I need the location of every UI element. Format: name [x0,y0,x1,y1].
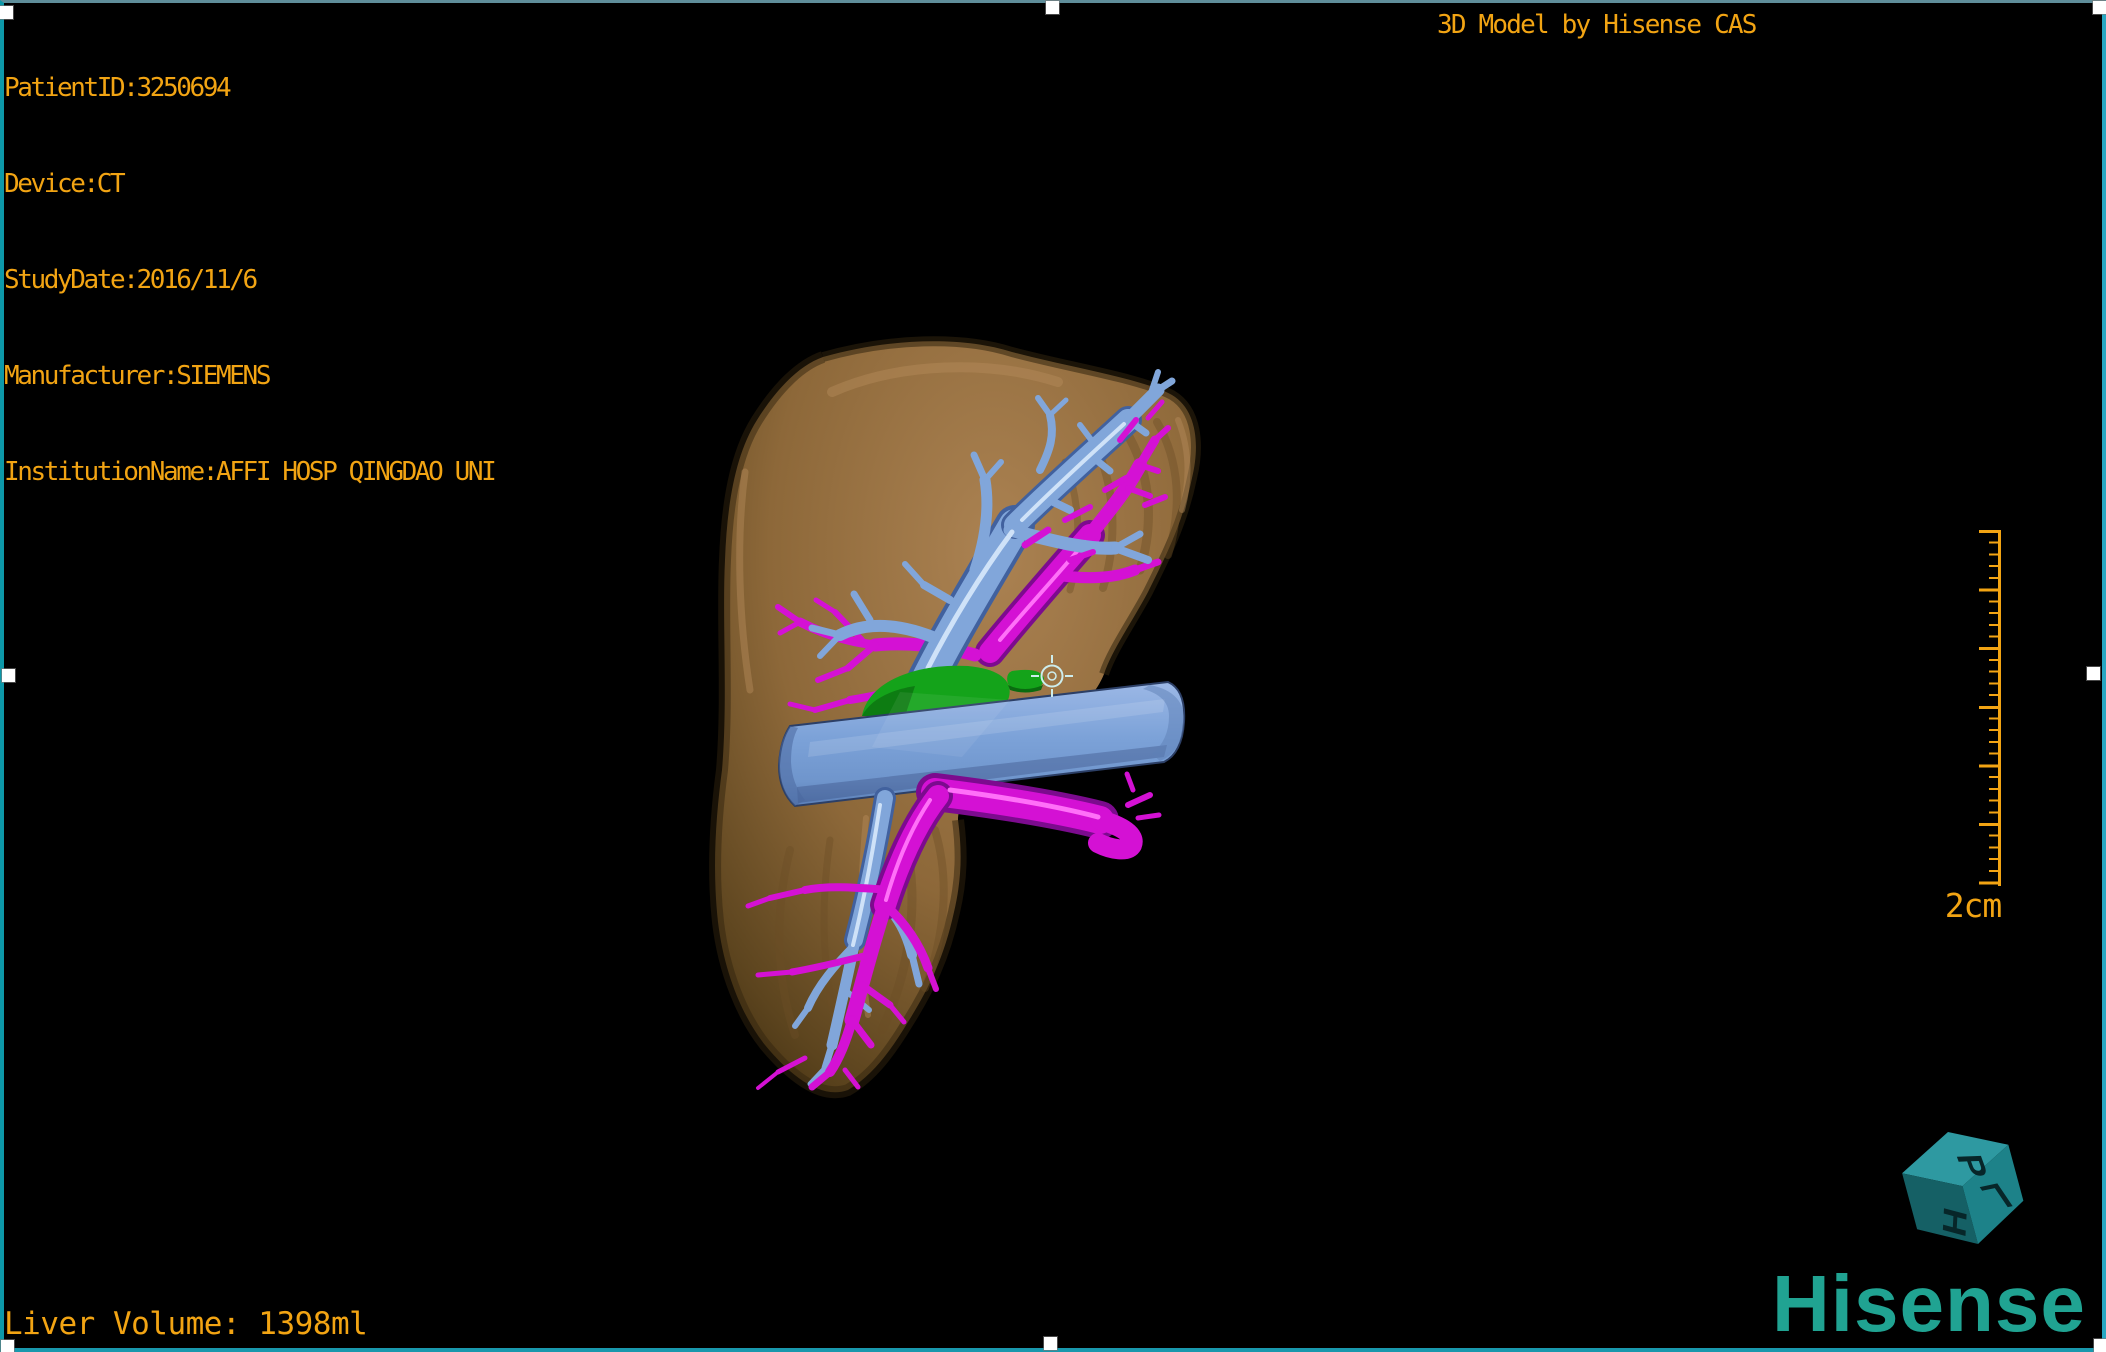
cube-letter-posterior: P [1948,1153,1996,1178]
ruler-scale-label: 2cm [1936,886,2010,925]
bile-duct-nub[interactable] [1007,670,1044,693]
ruler-line [1998,530,2001,886]
manufacturer: Manufacturer:SIEMENS [4,360,494,392]
watermark-title: 3D Model by Hisense CAS [1437,10,1756,40]
resize-handle-left-center[interactable] [2,669,15,682]
ruler-major-ticks [1979,530,2000,886]
resize-handle-bottom-right[interactable] [2094,1339,2106,1352]
scale-ruler [1978,530,2001,886]
resize-handle-top-center[interactable] [1046,1,1059,14]
resize-handle-top-right[interactable] [2093,1,2106,14]
3d-viewport[interactable]: PatientID:3250694 Device:CT StudyDate:20… [0,0,2106,1352]
patient-id: PatientID:3250694 [4,72,494,104]
device: Device:CT [4,168,494,200]
patient-info: PatientID:3250694 Device:CT StudyDate:20… [4,8,494,552]
orientation-cube[interactable]: P H L [1888,1113,2038,1263]
study-date: StudyDate:2016/11/6 [4,264,494,296]
resize-handle-bottom-center[interactable] [1044,1337,1057,1350]
hisense-logo: Hisense [1772,1264,2086,1344]
institution-name: InstitutionName:AFFI HOSP QINGDAO UNI [4,456,494,488]
resize-handle-top-left[interactable] [0,6,13,19]
resize-handle-right-center[interactable] [2087,667,2100,680]
liver-volume-label: Liver Volume: 1398ml [4,1306,367,1342]
resize-handle-bottom-left[interactable] [1,1340,14,1352]
